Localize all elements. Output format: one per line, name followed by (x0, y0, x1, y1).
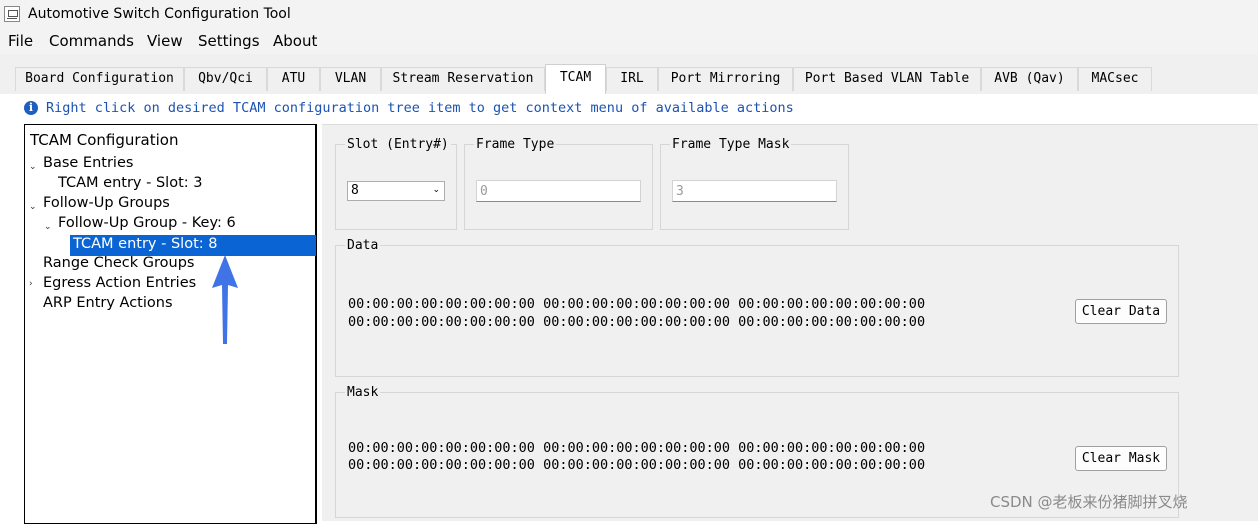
title-bar: Automotive Switch Configuration Tool (0, 0, 1258, 30)
tree-item-tcam-entry-slot-8[interactable]: TCAM entry - Slot: 8 (70, 235, 316, 256)
tab-irl[interactable]: IRL (606, 67, 658, 91)
info-icon: i (24, 101, 38, 115)
frame-type-mask-value: 3 (676, 184, 684, 199)
watermark: CSDN @老板来份猪脚拼叉烧 (990, 493, 1188, 511)
tree-item-label: TCAM entry - Slot: 8 (73, 236, 218, 252)
mask-label: Mask (345, 385, 381, 400)
clear-data-button[interactable]: Clear Data (1075, 299, 1167, 324)
tab-tcam[interactable]: TCAM (545, 64, 606, 94)
mask-hex-line-2[interactable]: 00:00:00:00:00:00:00:00 00:00:00:00:00:0… (348, 457, 925, 473)
info-text: Right click on desired TCAM configuratio… (46, 100, 794, 116)
tab-board-configuration[interactable]: Board Configuration (15, 67, 184, 91)
chevron-down-icon[interactable]: ⌄ (29, 202, 37, 212)
tab-vlan[interactable]: VLAN (320, 67, 381, 91)
tree-item-follow-up-groups[interactable]: Follow-Up Groups (43, 195, 170, 211)
frame-type-label: Frame Type (474, 137, 557, 152)
menu-commands[interactable]: Commands (49, 32, 134, 50)
mask-hex-line-1[interactable]: 00:00:00:00:00:00:00:00 00:00:00:00:00:0… (348, 440, 925, 456)
data-hex-line-1[interactable]: 00:00:00:00:00:00:00:00 00:00:00:00:00:0… (348, 296, 925, 312)
slot-select[interactable]: 8 ⌄ (347, 181, 445, 201)
slot-value: 8 (351, 183, 359, 198)
tab-atu[interactable]: ATU (267, 67, 320, 91)
tab-stream-reservation[interactable]: Stream Reservation (381, 67, 545, 91)
window-title: Automotive Switch Configuration Tool (28, 6, 291, 22)
frame-type-mask-label: Frame Type Mask (670, 137, 792, 152)
frame-type-field[interactable]: 0 (476, 180, 641, 202)
tree-item-range-check-groups[interactable]: Range Check Groups (43, 255, 194, 271)
data-label: Data (345, 238, 381, 253)
data-group: Data 00:00:00:00:00:00:00:00 00:00:00:00… (335, 238, 1179, 377)
tab-macsec[interactable]: MACsec (1078, 67, 1152, 91)
slot-label: Slot (Entry#) (345, 137, 451, 152)
frame-type-mask-group: Frame Type Mask 3 (660, 137, 849, 230)
frame-type-value: 0 (480, 184, 488, 199)
frame-type-group: Frame Type 0 (464, 137, 653, 230)
chevron-down-icon: ⌄ (432, 185, 440, 195)
tree-root[interactable]: TCAM Configuration (30, 131, 178, 149)
app-icon (4, 6, 20, 22)
clear-mask-button[interactable]: Clear Mask (1075, 446, 1167, 471)
tcam-config-tree: TCAM Configuration ⌄ Base Entries TCAM e… (24, 124, 317, 524)
tab-port-mirroring[interactable]: Port Mirroring (658, 67, 793, 91)
tab-port-based-vlan-table[interactable]: Port Based VLAN Table (793, 67, 981, 91)
annotation-arrow-icon (212, 255, 238, 344)
menu-file[interactable]: File (8, 32, 33, 50)
menu-bar: File Commands View Settings About (0, 30, 1258, 54)
data-hex-line-2[interactable]: 00:00:00:00:00:00:00:00 00:00:00:00:00:0… (348, 314, 925, 330)
tree-item-tcam-entry-slot-3[interactable]: TCAM entry - Slot: 3 (58, 175, 202, 191)
tree-item-follow-up-group-key-6[interactable]: Follow-Up Group - Key: 6 (58, 215, 236, 231)
tcam-entry-editor: Slot (Entry#) 8 ⌄ Frame Type 0 Frame Typ… (322, 124, 1258, 521)
info-bar: i Right click on desired TCAM configurat… (0, 94, 1258, 124)
chevron-down-icon[interactable]: ⌄ (44, 222, 52, 232)
tab-qbv-qci[interactable]: Qbv/Qci (184, 67, 267, 91)
menu-settings[interactable]: Settings (198, 32, 260, 50)
tab-avb-qav[interactable]: AVB (Qav) (981, 67, 1078, 91)
chevron-right-icon[interactable]: › (29, 279, 33, 289)
menu-view[interactable]: View (147, 32, 183, 50)
frame-type-mask-field[interactable]: 3 (672, 180, 837, 202)
tree-item-arp-entry-actions[interactable]: ARP Entry Actions (43, 295, 173, 311)
tree-item-base-entries[interactable]: Base Entries (43, 155, 133, 171)
chevron-down-icon[interactable]: ⌄ (29, 162, 37, 172)
menu-about[interactable]: About (273, 32, 317, 50)
tree-item-egress-action-entries[interactable]: Egress Action Entries (43, 275, 196, 291)
slot-group: Slot (Entry#) 8 ⌄ (335, 137, 457, 230)
